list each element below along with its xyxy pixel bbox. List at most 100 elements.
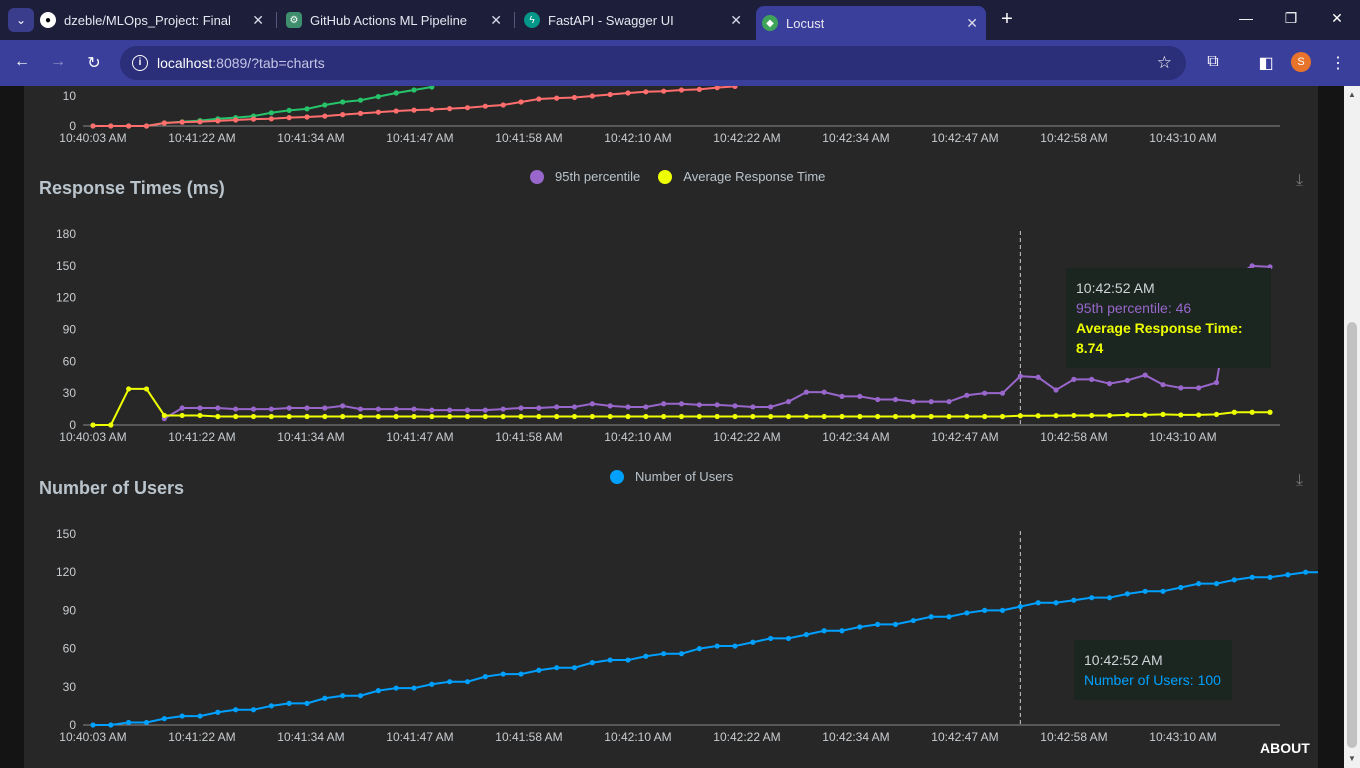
y-tick-label: 120 <box>56 291 76 305</box>
tab-github-actions[interactable]: ⚙ GitHub Actions ML Pipeline ✕ <box>286 6 510 34</box>
data-point <box>357 406 364 412</box>
data-point <box>696 413 702 420</box>
data-point <box>215 413 221 420</box>
data-point <box>928 413 934 420</box>
x-tick-label: 10:41:22 AM <box>168 730 235 744</box>
data-point <box>999 390 1006 396</box>
data-point <box>1124 591 1130 597</box>
tab-locust[interactable]: ◆ Locust ✕ <box>756 6 986 40</box>
data-point <box>1071 412 1077 419</box>
browser-titlebar: ⌄ ● dzeble/MLOps_Project: Final Pro ✕ ⚙ … <box>0 0 1360 40</box>
data-point <box>90 722 96 728</box>
data-point <box>233 413 239 420</box>
scroll-up-arrow[interactable]: ▲ <box>1347 90 1357 99</box>
tab-fastapi[interactable]: ϟ FastAPI - Swagger UI ✕ <box>524 6 750 34</box>
data-point <box>375 109 381 115</box>
y-tick-label: 150 <box>56 527 76 541</box>
data-point <box>678 87 685 93</box>
url-text[interactable]: localhost:8089/?tab=charts <box>157 55 325 71</box>
data-point <box>1089 595 1095 601</box>
data-point <box>500 413 506 420</box>
data-point <box>233 707 239 713</box>
close-icon[interactable]: ✕ <box>730 12 742 29</box>
side-panel-icon[interactable]: ◧ <box>1256 53 1276 73</box>
about-link[interactable]: ABOUT <box>1260 740 1310 756</box>
tab-search-button[interactable]: ⌄ <box>8 8 34 32</box>
bookmark-star-icon[interactable]: ☆ <box>1157 53 1172 73</box>
tooltip-p95: 95th percentile: 46 <box>1076 300 1192 316</box>
data-point <box>1213 411 1220 417</box>
data-point <box>1071 376 1077 382</box>
address-bar[interactable]: i localhost:8089/?tab=charts ☆ <box>120 46 1186 80</box>
x-tick-label: 10:41:34 AM <box>277 730 344 744</box>
data-point <box>1035 600 1041 606</box>
scroll-down-arrow[interactable]: ▼ <box>1347 754 1357 763</box>
data-point <box>518 99 524 105</box>
extensions-icon[interactable]: ⧉ <box>1203 53 1223 71</box>
data-point <box>268 406 274 412</box>
info-icon[interactable]: i <box>132 55 148 71</box>
forward-button[interactable]: → <box>48 53 68 71</box>
restore-button[interactable]: ❐ <box>1281 10 1301 27</box>
data-point <box>286 413 292 420</box>
data-point <box>197 119 203 125</box>
data-point <box>785 413 792 420</box>
data-point <box>625 657 631 663</box>
data-point <box>1071 597 1077 603</box>
minimize-button[interactable]: — <box>1236 10 1256 26</box>
data-point <box>1017 373 1023 379</box>
data-point <box>161 412 167 419</box>
x-tick-label: 10:41:58 AM <box>495 730 562 744</box>
legend-item-users[interactable]: Number of Users <box>610 469 733 484</box>
data-point <box>126 123 132 129</box>
data-point <box>393 413 399 420</box>
data-point <box>340 413 346 420</box>
data-point <box>268 110 274 116</box>
data-point <box>250 413 257 420</box>
profile-avatar[interactable]: S <box>1291 52 1311 72</box>
reload-button[interactable]: ↻ <box>84 53 104 73</box>
data-point <box>571 404 578 410</box>
new-tab-button[interactable]: + <box>996 8 1018 31</box>
legend-item-p95[interactable]: 95th percentile <box>530 169 640 184</box>
download-icon[interactable]: ⤓ <box>1296 472 1303 490</box>
tooltip-time: 10:42:52 AM <box>1084 652 1163 668</box>
data-point <box>464 413 471 420</box>
data-point <box>661 413 667 420</box>
x-tick-label: 10:43:10 AM <box>1149 131 1216 145</box>
data-point <box>625 90 631 96</box>
data-point <box>126 386 132 392</box>
scroll-thumb[interactable] <box>1347 322 1357 748</box>
legend-item-avg[interactable]: Average Response Time <box>658 169 825 184</box>
data-point <box>304 413 310 420</box>
data-point <box>375 688 381 694</box>
x-tick-label: 10:42:47 AM <box>931 430 998 444</box>
users-tooltip: 10:42:52 AM Number of Users: 100 <box>1074 640 1232 700</box>
data-point <box>357 413 364 420</box>
x-tick-label: 10:41:47 AM <box>386 430 453 444</box>
close-window-button[interactable]: ✕ <box>1327 10 1347 27</box>
back-button[interactable]: ← <box>12 53 32 71</box>
close-icon[interactable]: ✕ <box>490 12 502 29</box>
data-point <box>910 413 916 420</box>
data-point <box>999 607 1006 614</box>
close-icon[interactable]: ✕ <box>966 15 978 32</box>
vertical-scrollbar[interactable]: ▲ ▼ <box>1344 86 1360 768</box>
data-point <box>857 413 863 420</box>
data-point <box>215 405 221 411</box>
data-point <box>892 396 899 403</box>
data-point <box>1249 574 1255 580</box>
x-tick-label: 10:41:22 AM <box>168 131 235 145</box>
data-point <box>447 407 453 413</box>
data-point <box>643 89 649 95</box>
data-point <box>161 120 167 126</box>
menu-kebab-icon[interactable]: ⋮ <box>1328 53 1348 73</box>
data-point <box>875 621 881 628</box>
data-point <box>732 403 738 409</box>
page-viewport: 0 10 10:40:03 AM 10:41:22 AM 10:41:34 AM 10:4… <box>0 86 1344 768</box>
data-point <box>268 703 274 709</box>
data-point <box>500 406 506 412</box>
close-icon[interactable]: ✕ <box>252 12 264 29</box>
download-icon[interactable]: ⤓ <box>1296 172 1303 190</box>
tab-github[interactable]: ● dzeble/MLOps_Project: Final Pro ✕ <box>40 6 272 34</box>
